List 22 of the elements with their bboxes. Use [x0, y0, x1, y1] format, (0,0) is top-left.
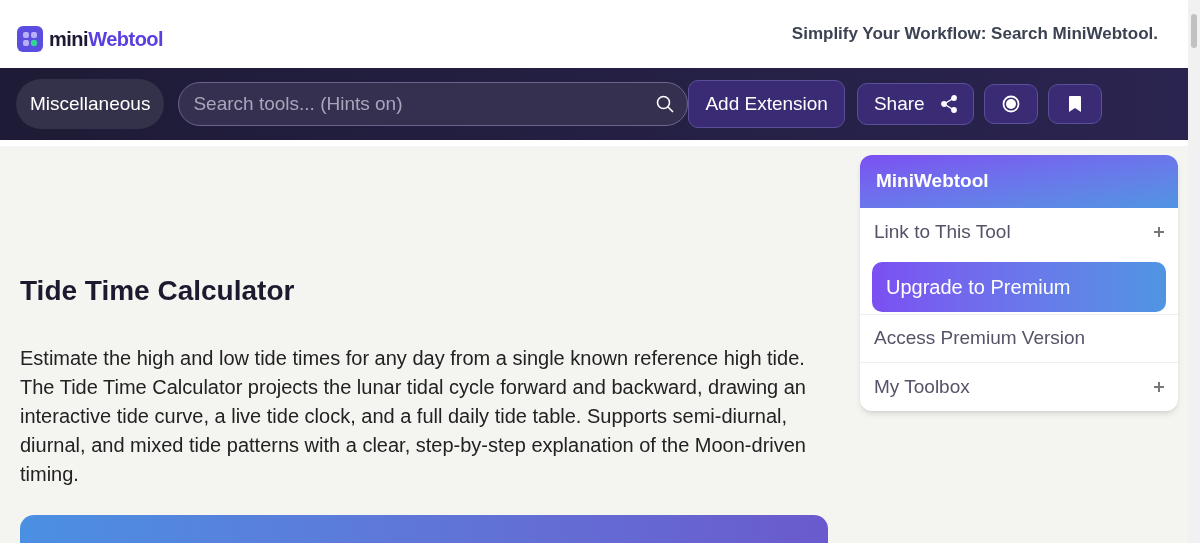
- page-title: Tide Time Calculator: [20, 274, 296, 308]
- tool-description: Estimate the high and low tide times for any day from a single known reference high tide. The Tide Time Calculator projects the lunar tidal cycle forward and backward, drawing an interactive tide curve, a live tide clock, and a full daily tide table. Supports semi-diurnal, diurnal, and mixed tide patterns with a clear, step-by-step explanation of the Moon-driven timing.: [20, 346, 807, 487]
- bookmark-icon: [1068, 96, 1081, 112]
- record-button[interactable]: [983, 84, 1038, 124]
- site-logo[interactable]: miniWebtool: [49, 24, 164, 54]
- share-icon: [940, 95, 957, 113]
- share-button[interactable]: Share: [856, 83, 974, 125]
- plus-icon: [1154, 227, 1164, 237]
- sidebar-item[interactable]: My Toolbox: [860, 363, 1178, 411]
- search-field[interactable]: Search tools... (Hints on): [178, 82, 689, 126]
- category-button[interactable]: Miscellaneous: [16, 79, 165, 129]
- sidebar-item[interactable]: Link to This Tool: [860, 208, 1178, 256]
- logo-icon: [17, 26, 43, 52]
- add-extension-button[interactable]: Add Extension: [688, 80, 845, 128]
- search-icon: [656, 95, 675, 113]
- sidebar-title: MiniWebtool: [876, 169, 989, 194]
- scrollbar-thumb[interactable]: [1191, 14, 1197, 48]
- tagline: Simplify Your Workflow: Search MiniWebtool.: [791, 22, 1158, 45]
- record-icon: [1001, 95, 1020, 113]
- upgrade-button[interactable]: Upgrade to Premium: [872, 262, 1166, 312]
- plus-icon: [1154, 382, 1164, 392]
- bookmark-button[interactable]: [1047, 84, 1102, 124]
